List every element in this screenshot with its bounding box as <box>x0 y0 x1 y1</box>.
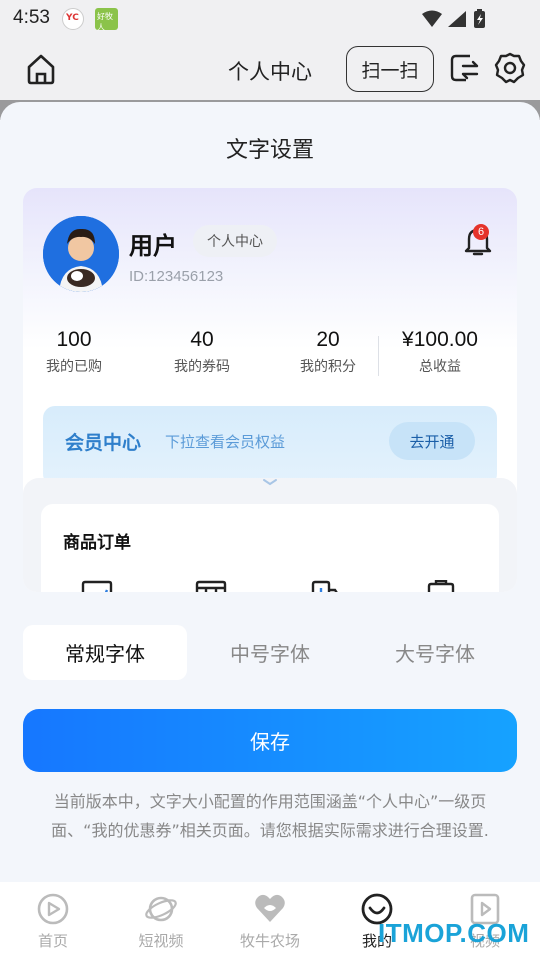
stat-value: 100 <box>56 328 92 351</box>
gear-icon[interactable] <box>494 52 526 84</box>
nav-item-farm[interactable]: 牧牛农场 <box>225 892 315 951</box>
scan-button[interactable]: 扫一扫 <box>346 46 434 92</box>
tab-regular-font[interactable]: 常规字体 <box>23 625 187 680</box>
stat-label: 总收益 <box>419 359 461 375</box>
orders-card: 商品订单 <box>41 504 499 592</box>
watermark: ITMOP.COM <box>378 918 530 948</box>
order-refund-icon[interactable] <box>425 580 457 592</box>
profile-preview: 用户 个人中心 ID:123456123 6 100 我的已购 40 我的券码 … <box>23 188 517 592</box>
nav-item-home[interactable]: 首页 <box>8 892 98 951</box>
activate-member-button[interactable]: 去开通 <box>389 422 475 460</box>
app-notification-icon-2: 好牧人 <box>95 8 118 32</box>
save-button[interactable]: 保存 <box>23 709 517 772</box>
stat-purchased[interactable]: 100 我的已购 <box>23 328 129 376</box>
stat-value: ¥100.00 <box>402 328 478 351</box>
play-circle-icon <box>37 893 69 925</box>
home-icon[interactable] <box>24 52 58 86</box>
member-desc: 下拉查看会员权益 <box>165 433 286 451</box>
stat-points[interactable]: 20 我的积分 <box>273 328 383 376</box>
page-title: 个人中心 <box>228 60 312 84</box>
heart-leaf-icon <box>255 894 285 922</box>
orders-title: 商品订单 <box>63 533 131 553</box>
tab-large-font[interactable]: 大号字体 <box>353 625 517 680</box>
planet-icon <box>145 896 177 922</box>
stat-divider <box>378 336 379 376</box>
nav-label: 首页 <box>37 932 68 950</box>
switch-account-icon[interactable] <box>448 52 480 84</box>
status-indicators <box>422 9 485 28</box>
stat-label: 我的积分 <box>300 359 356 375</box>
order-pending-payment-icon[interactable] <box>81 580 113 592</box>
notification-badge: 6 <box>473 224 489 240</box>
user-name: 用户 <box>129 232 177 260</box>
member-title: 会员中心 <box>65 432 142 454</box>
nav-label: 牧牛农场 <box>239 932 300 950</box>
stat-coupons[interactable]: 40 我的券码 <box>147 328 257 376</box>
wifi-icon <box>422 10 442 27</box>
font-size-tabs: 常规字体 中号字体 大号字体 <box>23 625 517 680</box>
nav-item-short-video[interactable]: 短视频 <box>116 892 206 951</box>
stat-label: 我的已购 <box>46 359 102 375</box>
stat-label: 我的券码 <box>174 359 230 375</box>
user-id: ID:123456123 <box>129 268 224 285</box>
status-bar: 4:53 YC 好牧人 <box>0 0 540 38</box>
order-pending-use-icon[interactable] <box>195 580 227 592</box>
stat-value: 20 <box>316 328 340 351</box>
avatar <box>43 216 119 292</box>
personal-center-tag[interactable]: 个人中心 <box>193 225 277 257</box>
status-time: 4:53 <box>13 7 50 28</box>
stat-value: 40 <box>190 328 214 351</box>
pull-down-chevron-icon[interactable] <box>248 466 292 494</box>
scope-note: 当前版本中，文字大小配置的作用范围涵盖“个人中心”一级页面、“我的优惠券”相关页… <box>51 792 489 840</box>
order-shipping-icon[interactable] <box>309 580 341 592</box>
app-notification-icon: YC <box>62 8 84 30</box>
sheet-title: 文字设置 <box>225 138 314 163</box>
nav-label: 短视频 <box>138 932 184 950</box>
app-header: 个人中心 扫一扫 <box>0 38 540 100</box>
stat-earnings[interactable]: ¥100.00 总收益 <box>385 328 495 376</box>
signal-icon <box>448 11 466 27</box>
text-settings-sheet: 文字设置 用户 个人中心 ID:123456123 6 100 我的已购 40 <box>0 102 540 960</box>
tab-medium-font[interactable]: 中号字体 <box>188 625 352 680</box>
